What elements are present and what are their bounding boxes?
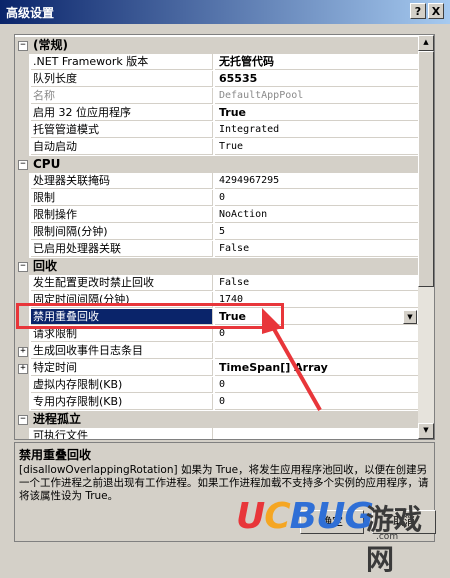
watermark: UCBUG 游戏网 .com xyxy=(236,488,436,576)
watermark-url: .com xyxy=(376,532,399,542)
watermark-logo: UCBUG xyxy=(236,496,374,537)
annotation-arrow-icon xyxy=(262,308,322,411)
